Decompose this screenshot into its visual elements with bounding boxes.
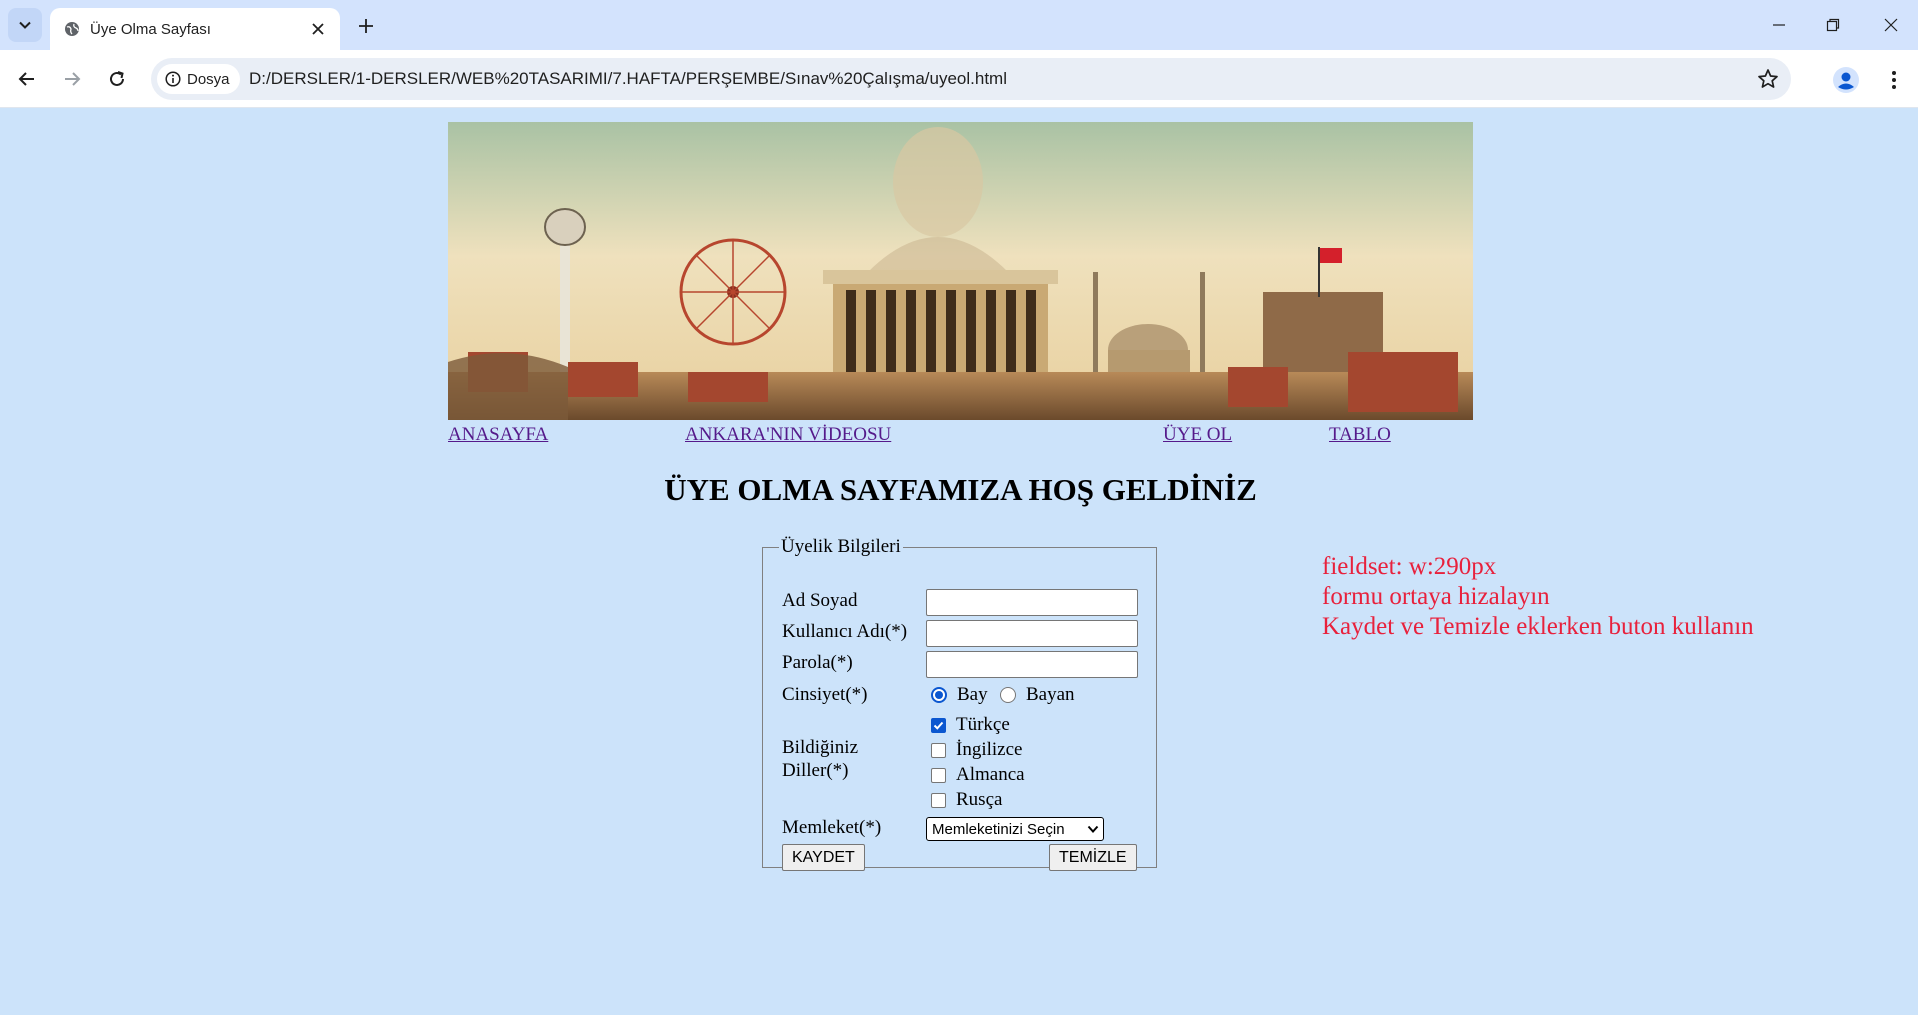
username-label: Kullanıcı Adı(*): [782, 621, 908, 642]
bookmark-star-icon[interactable]: [1757, 68, 1779, 90]
active-tab[interactable]: Üye Olma Sayfası: [50, 8, 340, 50]
site-info-chip[interactable]: Dosya: [157, 64, 240, 94]
checkbox-turkish[interactable]: [931, 717, 946, 733]
reload-icon: [110, 71, 124, 86]
address-bar[interactable]: Dosya D:/DERSLER/1-DERSLER/WEB%20TASARIM…: [151, 58, 1791, 100]
checkbox-english[interactable]: [931, 742, 946, 758]
password-label: Parola(*): [782, 652, 853, 673]
hometown-select[interactable]: Memleketinizi Seçin: [926, 817, 1104, 841]
nav-link-ankara-video[interactable]: ANKARA'NIN VİDEOSU: [685, 424, 891, 446]
gender-option-female[interactable]: Bayan: [1000, 684, 1075, 706]
minimize-button[interactable]: [1764, 10, 1794, 40]
gender-option-label: Bay: [957, 684, 988, 705]
name-label: Ad Soyad: [782, 590, 858, 611]
language-option-english[interactable]: İngilizce: [931, 739, 1022, 761]
site-chip-label: Dosya: [187, 70, 230, 88]
minimize-icon: [1773, 24, 1785, 26]
profile-avatar-icon[interactable]: [1832, 66, 1860, 94]
note-line-2: formu ortaya hizalayın: [1322, 583, 1550, 610]
tab-search-button[interactable]: [8, 8, 42, 42]
language-option-label: Rusça: [956, 789, 1003, 810]
back-button[interactable]: [12, 64, 42, 94]
clear-button[interactable]: TEMİZLE: [1049, 844, 1137, 871]
more-vertical-icon: [1892, 71, 1896, 89]
gender-option-male[interactable]: Bay: [931, 684, 988, 706]
tab-title: Üye Olma Sayfası: [90, 20, 211, 38]
languages-label-line1: Bildiğiniz: [782, 737, 858, 758]
radio-female[interactable]: [1000, 687, 1016, 703]
language-option-russian[interactable]: Rusça: [931, 789, 1002, 811]
gender-label: Cinsiyet(*): [782, 684, 868, 705]
language-option-turkish[interactable]: Türkçe: [931, 714, 1010, 736]
language-option-german[interactable]: Almanca: [931, 764, 1025, 786]
radio-male[interactable]: [931, 687, 947, 703]
language-option-label: Türkçe: [956, 714, 1010, 735]
nav-link-signup[interactable]: ÜYE OL: [1163, 424, 1232, 446]
username-input[interactable]: [926, 620, 1138, 647]
arrow-left-icon: [18, 72, 34, 86]
ankara-banner-image: [448, 122, 1473, 420]
reload-button[interactable]: [102, 64, 132, 94]
browser-toolbar: Dosya D:/DERSLER/1-DERSLER/WEB%20TASARIM…: [0, 50, 1918, 108]
language-option-label: Almanca: [956, 764, 1025, 785]
save-button[interactable]: KAYDET: [782, 844, 865, 871]
navigation-links: ANASAYFA ANKARA'NIN VİDEOSU ÜYE OL TABLO: [0, 424, 1918, 450]
new-tab-button[interactable]: [352, 12, 380, 40]
plus-icon: [359, 19, 373, 33]
restore-button[interactable]: [1818, 10, 1848, 40]
page-title: ÜYE OLMA SAYFAMIZA HOŞ GELDİNİZ: [664, 472, 1257, 507]
restore-icon: [1826, 18, 1840, 32]
password-input[interactable]: [926, 651, 1138, 678]
checkbox-german[interactable]: [931, 767, 946, 783]
checkbox-russian[interactable]: [931, 792, 946, 808]
close-icon: [1884, 18, 1898, 32]
hometown-selected-value: Memleketinizi Seçin: [932, 820, 1065, 838]
hometown-label: Memleket(*): [782, 817, 882, 838]
name-input[interactable]: [926, 589, 1138, 616]
close-icon: [312, 23, 324, 35]
forward-button[interactable]: [57, 64, 87, 94]
chevron-down-icon: [19, 21, 31, 29]
tab-close-button[interactable]: [308, 19, 328, 39]
fieldset-legend: Üyelik Bilgileri: [781, 536, 901, 557]
nav-link-home[interactable]: ANASAYFA: [448, 424, 548, 446]
browser-menu-button[interactable]: [1880, 66, 1908, 94]
globe-icon: [65, 22, 79, 36]
nav-link-table[interactable]: TABLO: [1329, 424, 1391, 446]
arrow-right-icon: [65, 72, 81, 86]
info-icon: [165, 71, 181, 87]
language-option-label: İngilizce: [956, 739, 1023, 760]
gender-option-label: Bayan: [1026, 684, 1075, 705]
chevron-down-icon: [1087, 825, 1099, 833]
languages-label-line2: Diller(*): [782, 760, 849, 781]
check-icon: [933, 721, 944, 730]
url-text[interactable]: D:/DERSLER/1-DERSLER/WEB%20TASARIMI/7.HA…: [249, 69, 1007, 89]
membership-fieldset: Üyelik Bilgileri Ad Soyad Kullanıcı Adı(…: [762, 536, 1157, 871]
note-line-3: Kaydet ve Temizle eklerken buton kullanı…: [1322, 613, 1754, 640]
assignment-note: fieldset: w:290px formu ortaya hizalayın…: [1322, 552, 1754, 642]
close-window-button[interactable]: [1876, 10, 1906, 40]
tab-strip: Üye Olma Sayfası: [0, 0, 1918, 50]
note-line-1: fieldset: w:290px: [1322, 553, 1497, 580]
